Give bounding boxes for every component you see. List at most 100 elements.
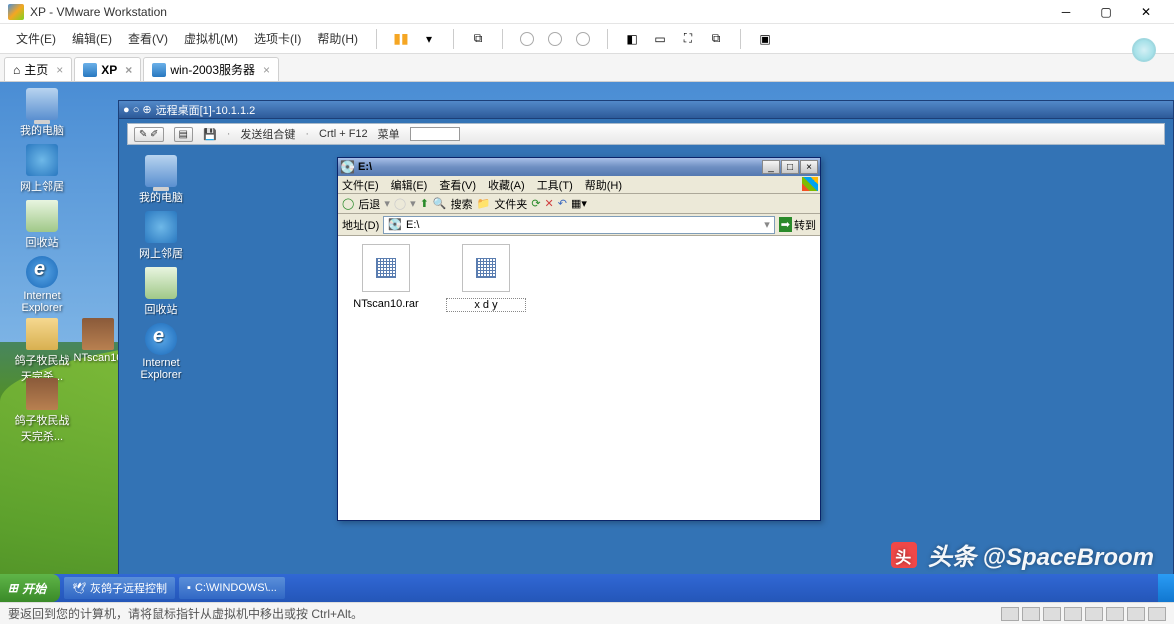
explorer-minimize-button[interactable]: _ — [762, 160, 780, 174]
window-title: XP - VMware Workstation — [30, 5, 1046, 19]
system-tray[interactable] — [1158, 574, 1174, 602]
undo-icon[interactable]: ↶ — [558, 197, 567, 210]
dropdown-icon[interactable]: ▾ — [764, 218, 770, 231]
clock3-icon[interactable] — [571, 27, 595, 51]
status-icon[interactable] — [1001, 607, 1019, 621]
file-ntscan[interactable]: NTscan10.rar — [346, 244, 426, 310]
desktop-folder1[interactable]: 鸽子牧民战天完杀... — [14, 318, 70, 384]
exp-menu-edit[interactable]: 编辑(E) — [391, 177, 428, 193]
view1-icon[interactable]: ◧ — [620, 27, 644, 51]
app-icon: 🕊 — [72, 582, 86, 595]
maximize-button[interactable]: ▢ — [1086, 0, 1126, 24]
address-input[interactable]: 💽 E:\ ▾ — [383, 216, 775, 234]
exp-menu-file[interactable]: 文件(E) — [342, 177, 379, 193]
desktop-recycle[interactable]: 回收站 — [14, 200, 70, 250]
menu-view[interactable]: 查看(V) — [120, 26, 176, 51]
exp-menu-help[interactable]: 帮助(H) — [585, 177, 622, 193]
task-label: 灰鸽子远程控制 — [90, 580, 167, 596]
menu-vm[interactable]: 虚拟机(M) — [176, 26, 246, 51]
explorer-title: E:\ — [358, 161, 761, 173]
taskbar-item-2[interactable]: ▪ C:\WINDOWS\... — [179, 577, 285, 599]
close-button[interactable]: ✕ — [1126, 0, 1166, 24]
task-label: C:\WINDOWS\... — [195, 582, 277, 594]
remote-tool-btn1[interactable]: ✎ ✐ — [134, 127, 164, 142]
drive-icon: 💽 — [340, 160, 354, 174]
exp-folders-label[interactable]: 文件夹 — [494, 196, 527, 212]
explorer-maximize-button[interactable]: □ — [781, 160, 799, 174]
pause-icon[interactable]: ▮▮ — [389, 27, 413, 51]
dropdown-icon[interactable]: ▾ — [417, 27, 441, 51]
status-icon[interactable] — [1043, 607, 1061, 621]
addr-label: 地址(D) — [342, 217, 379, 233]
exp-menu-view[interactable]: 查看(V) — [439, 177, 476, 193]
desktop-my-computer[interactable]: 我的电脑 — [14, 88, 70, 138]
view3-icon[interactable]: ⛶ — [676, 27, 700, 51]
start-label: 开始 — [22, 580, 46, 597]
watermark: 头条 @SpaceBroom — [891, 537, 1154, 572]
save-icon[interactable]: 💾 — [203, 128, 217, 141]
view5-icon[interactable]: ▣ — [753, 27, 777, 51]
sync-icon[interactable]: ⟳ — [531, 197, 540, 210]
minimize-button[interactable]: ─ — [1046, 0, 1086, 24]
tab-win2003[interactable]: win-2003服务器 × — [143, 57, 279, 81]
status-icon[interactable] — [1022, 607, 1040, 621]
view4-icon[interactable]: ⧉ — [704, 27, 728, 51]
tab-xp[interactable]: XP × — [74, 57, 141, 81]
remote-ie[interactable]: Internet Explorer — [131, 323, 191, 381]
remote-title-text: 远程桌面[1]-10.1.1.2 — [156, 102, 256, 118]
remote-network[interactable]: 网上邻居 — [131, 211, 191, 261]
menu-file[interactable]: 文件(E) — [8, 26, 64, 51]
status-icon[interactable] — [1127, 607, 1145, 621]
forward-icon[interactable]: ◯ — [394, 197, 406, 210]
status-icon[interactable] — [1085, 607, 1103, 621]
badge-icon — [1132, 38, 1156, 62]
menu-edit[interactable]: 编辑(E) — [64, 26, 120, 51]
tab-home[interactable]: ⌂ 主页 × — [4, 57, 72, 81]
exp-menu-fav[interactable]: 收藏(A) — [488, 177, 525, 193]
window-controls-icon[interactable]: ● ○ ⊕ — [123, 103, 152, 116]
exp-search-label[interactable]: 搜索 — [451, 196, 473, 212]
status-icon[interactable] — [1064, 607, 1082, 621]
search-icon[interactable]: 🔍 — [433, 197, 447, 210]
label: Internet Explorer — [131, 357, 191, 381]
view2-icon[interactable]: ▭ — [648, 27, 672, 51]
menu-tabs[interactable]: 选项卡(I) — [246, 26, 309, 51]
remote-my-computer[interactable]: 我的电脑 — [131, 155, 191, 205]
back-icon[interactable]: ◯ — [342, 197, 354, 210]
remote-input[interactable] — [410, 127, 460, 141]
file-xdy[interactable]: x d y — [446, 244, 526, 312]
desktop-ie[interactable]: Internet Explorer — [14, 256, 70, 314]
label: 回收站 — [14, 234, 70, 250]
tab-close-icon[interactable]: × — [56, 63, 63, 77]
desktop-network[interactable]: 网上邻居 — [14, 144, 70, 194]
menu-help[interactable]: 帮助(H) — [309, 26, 366, 51]
exp-menu-tools[interactable]: 工具(T) — [537, 177, 573, 193]
remote-ctrl-label: Crtl + F12 — [319, 128, 368, 140]
tab-close-icon[interactable]: × — [263, 63, 270, 77]
label: 我的电脑 — [14, 122, 70, 138]
stop-icon[interactable]: ✕ — [545, 197, 554, 210]
label: 网上邻居 — [14, 178, 70, 194]
status-icon[interactable] — [1148, 607, 1166, 621]
desktop-rar2[interactable]: 鸽子牧民战天完杀... — [14, 378, 70, 444]
clock1-icon[interactable] — [515, 27, 539, 51]
remote-send-label[interactable]: 发送组合键 — [240, 126, 295, 142]
taskbar-item-1[interactable]: 🕊 灰鸽子远程控制 — [64, 577, 175, 599]
remote-recycle[interactable]: 回收站 — [131, 267, 191, 317]
folders-icon[interactable]: 📁 — [477, 197, 491, 210]
remote-menu-label[interactable]: 菜单 — [378, 126, 400, 142]
exp-back-label[interactable]: 后退 — [358, 196, 380, 212]
label: Internet Explorer — [14, 290, 70, 314]
go-label[interactable]: 转到 — [794, 217, 816, 233]
status-icon[interactable] — [1106, 607, 1124, 621]
explorer-close-button[interactable]: × — [800, 160, 818, 174]
snapshot-icon[interactable]: ⧉ — [466, 27, 490, 51]
remote-tool-btn2[interactable]: ▤ — [174, 127, 193, 142]
clock2-icon[interactable] — [543, 27, 567, 51]
tab-close-icon[interactable]: × — [125, 63, 132, 77]
up-icon[interactable]: ⬆ — [420, 197, 429, 210]
go-icon[interactable]: ➡ — [779, 217, 792, 232]
tab-win2003-label: win-2003服务器 — [170, 61, 255, 78]
start-button[interactable]: ⊞ 开始 — [0, 574, 60, 602]
views-icon[interactable]: ▦▾ — [571, 197, 587, 210]
